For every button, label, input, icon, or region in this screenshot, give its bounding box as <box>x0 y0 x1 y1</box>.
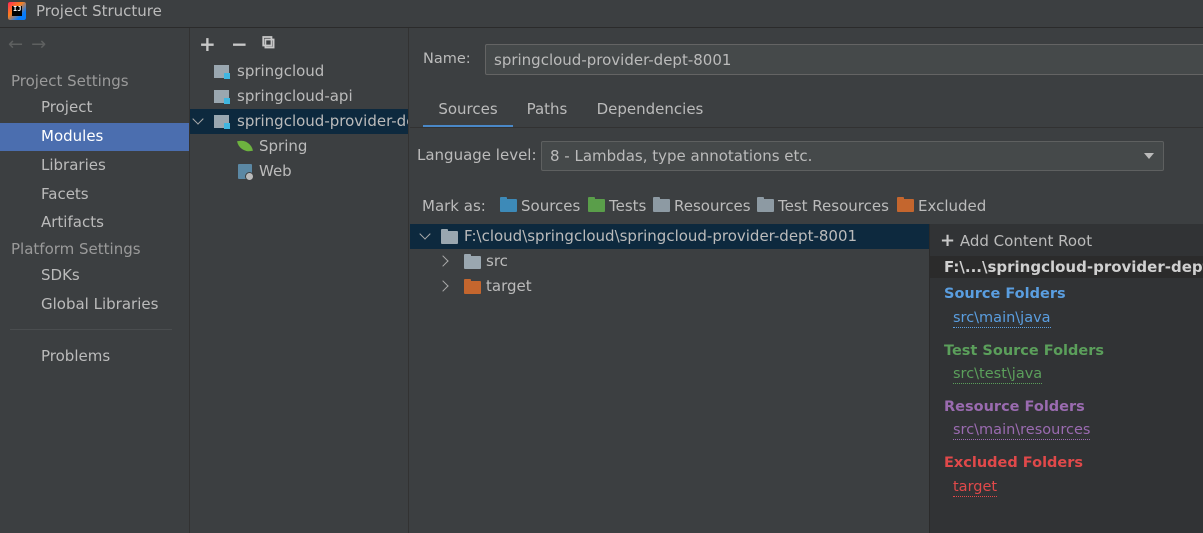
nav-arrows: ←→ <box>8 34 54 55</box>
add-content-root-label: Add Content Root <box>959 232 1093 250</box>
tree-item-springcloud[interactable]: springcloud <box>190 59 408 84</box>
mark-excluded-button[interactable]: Excluded <box>897 197 986 215</box>
platform-settings-header: Platform Settings <box>11 240 141 258</box>
folder-icon <box>464 254 481 269</box>
tree-item-label: target <box>486 277 532 295</box>
sidebar-item-sdks[interactable]: SDKs <box>0 262 189 290</box>
tree-item-label: Web <box>259 162 292 180</box>
sidebar-item-artifacts[interactable]: Artifacts <box>0 209 189 237</box>
module-name-input[interactable] <box>485 44 1203 75</box>
chevron-down-icon <box>1144 153 1154 159</box>
tree-item-label: Spring <box>259 137 308 155</box>
sidebar-item-problems[interactable]: Problems <box>0 343 189 371</box>
source-folders-title: Source Folders <box>944 286 1066 302</box>
sidebar-item-libraries[interactable]: Libraries <box>0 152 189 180</box>
module-details: Name: Sources Paths Dependencies Languag… <box>410 28 1203 533</box>
resource-folders-title: Resource Folders <box>944 399 1085 415</box>
content-root-row[interactable]: F:\cloud\springcloud\springcloud-provide… <box>410 224 929 249</box>
resource-folder-path[interactable]: src\main\resources <box>953 422 1091 440</box>
copy-module-button[interactable]: ⧉ <box>262 32 275 53</box>
spring-leaf-icon <box>237 138 253 154</box>
content-src-row[interactable]: src <box>410 249 929 274</box>
mark-label: Excluded <box>918 197 987 215</box>
excluded-folders-title: Excluded Folders <box>944 455 1084 471</box>
tree-item-label: springcloud-api <box>237 87 353 105</box>
content-roots-panel: + Add Content Root F:\...\springcloud-pr… <box>929 224 1203 533</box>
settings-sidebar: ←→ Project Settings Project Modules Libr… <box>0 28 190 533</box>
source-folder-path[interactable]: src\main\java <box>953 310 1051 328</box>
sidebar-divider <box>10 329 172 330</box>
tree-item-web-facet[interactable]: Web <box>190 159 408 184</box>
mark-test-resources-button[interactable]: Test Resources <box>757 197 889 215</box>
module-icon <box>214 115 230 129</box>
modules-panel: + − ⧉ springcloud springcloud-api spring… <box>190 28 409 533</box>
tree-item-springcloud-api[interactable]: springcloud-api <box>190 84 408 109</box>
tree-item-label: springcloud-provider-dept-8001 <box>237 112 408 130</box>
window-title: Project Structure <box>36 2 162 20</box>
resources-folder-icon <box>653 197 670 212</box>
language-level-label: Language level: <box>417 146 537 164</box>
mark-tests-button[interactable]: Tests <box>588 197 646 215</box>
tree-item-label: springcloud <box>237 62 325 80</box>
mark-label: Resources <box>674 197 751 215</box>
folder-icon <box>441 229 458 244</box>
intellij-logo-icon: IJ <box>8 2 26 20</box>
tab-sources[interactable]: Sources <box>423 100 513 128</box>
web-icon <box>238 164 254 181</box>
mark-label: Test Resources <box>778 197 889 215</box>
mark-resources-button[interactable]: Resources <box>653 197 751 215</box>
tab-divider <box>410 127 1203 128</box>
back-arrow-icon[interactable]: ← <box>8 34 31 55</box>
chevron-down-icon[interactable] <box>192 113 204 125</box>
sources-folder-icon <box>500 197 517 212</box>
chevron-right-icon[interactable] <box>437 255 449 267</box>
title-bar: IJ Project Structure <box>0 0 1203 28</box>
excluded-folder-icon <box>897 197 914 212</box>
chevron-down-icon[interactable] <box>419 228 431 240</box>
add-content-root-button[interactable]: + Add Content Root <box>940 230 1092 251</box>
language-level-value: 8 - Lambdas, type annotations etc. <box>550 147 813 165</box>
tab-dependencies[interactable]: Dependencies <box>590 100 710 128</box>
remove-module-button[interactable]: − <box>231 32 248 56</box>
mark-as-label: Mark as: <box>422 197 486 215</box>
sidebar-item-facets[interactable]: Facets <box>0 181 189 209</box>
test-source-folders-title: Test Source Folders <box>944 343 1105 359</box>
excluded-folder-path[interactable]: target <box>953 479 998 497</box>
name-label: Name: <box>423 51 471 67</box>
test-resources-folder-icon <box>757 197 774 212</box>
sidebar-item-global-libraries[interactable]: Global Libraries <box>0 291 189 319</box>
forward-arrow-icon[interactable]: → <box>31 34 54 55</box>
add-module-button[interactable]: + <box>199 32 216 56</box>
excluded-folder-icon <box>464 279 481 294</box>
tree-item-label: src <box>486 252 508 270</box>
sidebar-item-modules[interactable]: Modules <box>0 123 189 151</box>
content-tree: F:\cloud\springcloud\springcloud-provide… <box>410 224 929 533</box>
tab-paths[interactable]: Paths <box>518 100 576 128</box>
mark-label: Tests <box>609 197 647 215</box>
content-root-path: F:\...\springcloud-provider-dept-8001 <box>930 256 1203 278</box>
tree-item-springcloud-provider[interactable]: springcloud-provider-dept-8001 <box>190 109 408 134</box>
module-icon <box>214 65 230 79</box>
language-level-select[interactable]: 8 - Lambdas, type annotations etc. <box>541 141 1164 171</box>
plus-icon: + <box>940 230 956 251</box>
sidebar-item-project[interactable]: Project <box>0 94 189 122</box>
content-target-row[interactable]: target <box>410 274 929 299</box>
mark-sources-button[interactable]: Sources <box>500 197 580 215</box>
project-settings-header: Project Settings <box>11 72 129 90</box>
tests-folder-icon <box>588 197 605 212</box>
chevron-right-icon[interactable] <box>437 280 449 292</box>
module-icon <box>214 90 230 104</box>
test-source-folder-path[interactable]: src\test\java <box>953 366 1043 384</box>
tree-item-spring-facet[interactable]: Spring <box>190 134 408 159</box>
mark-label: Sources <box>521 197 581 215</box>
tree-item-label: F:\cloud\springcloud\springcloud-provide… <box>464 227 858 245</box>
